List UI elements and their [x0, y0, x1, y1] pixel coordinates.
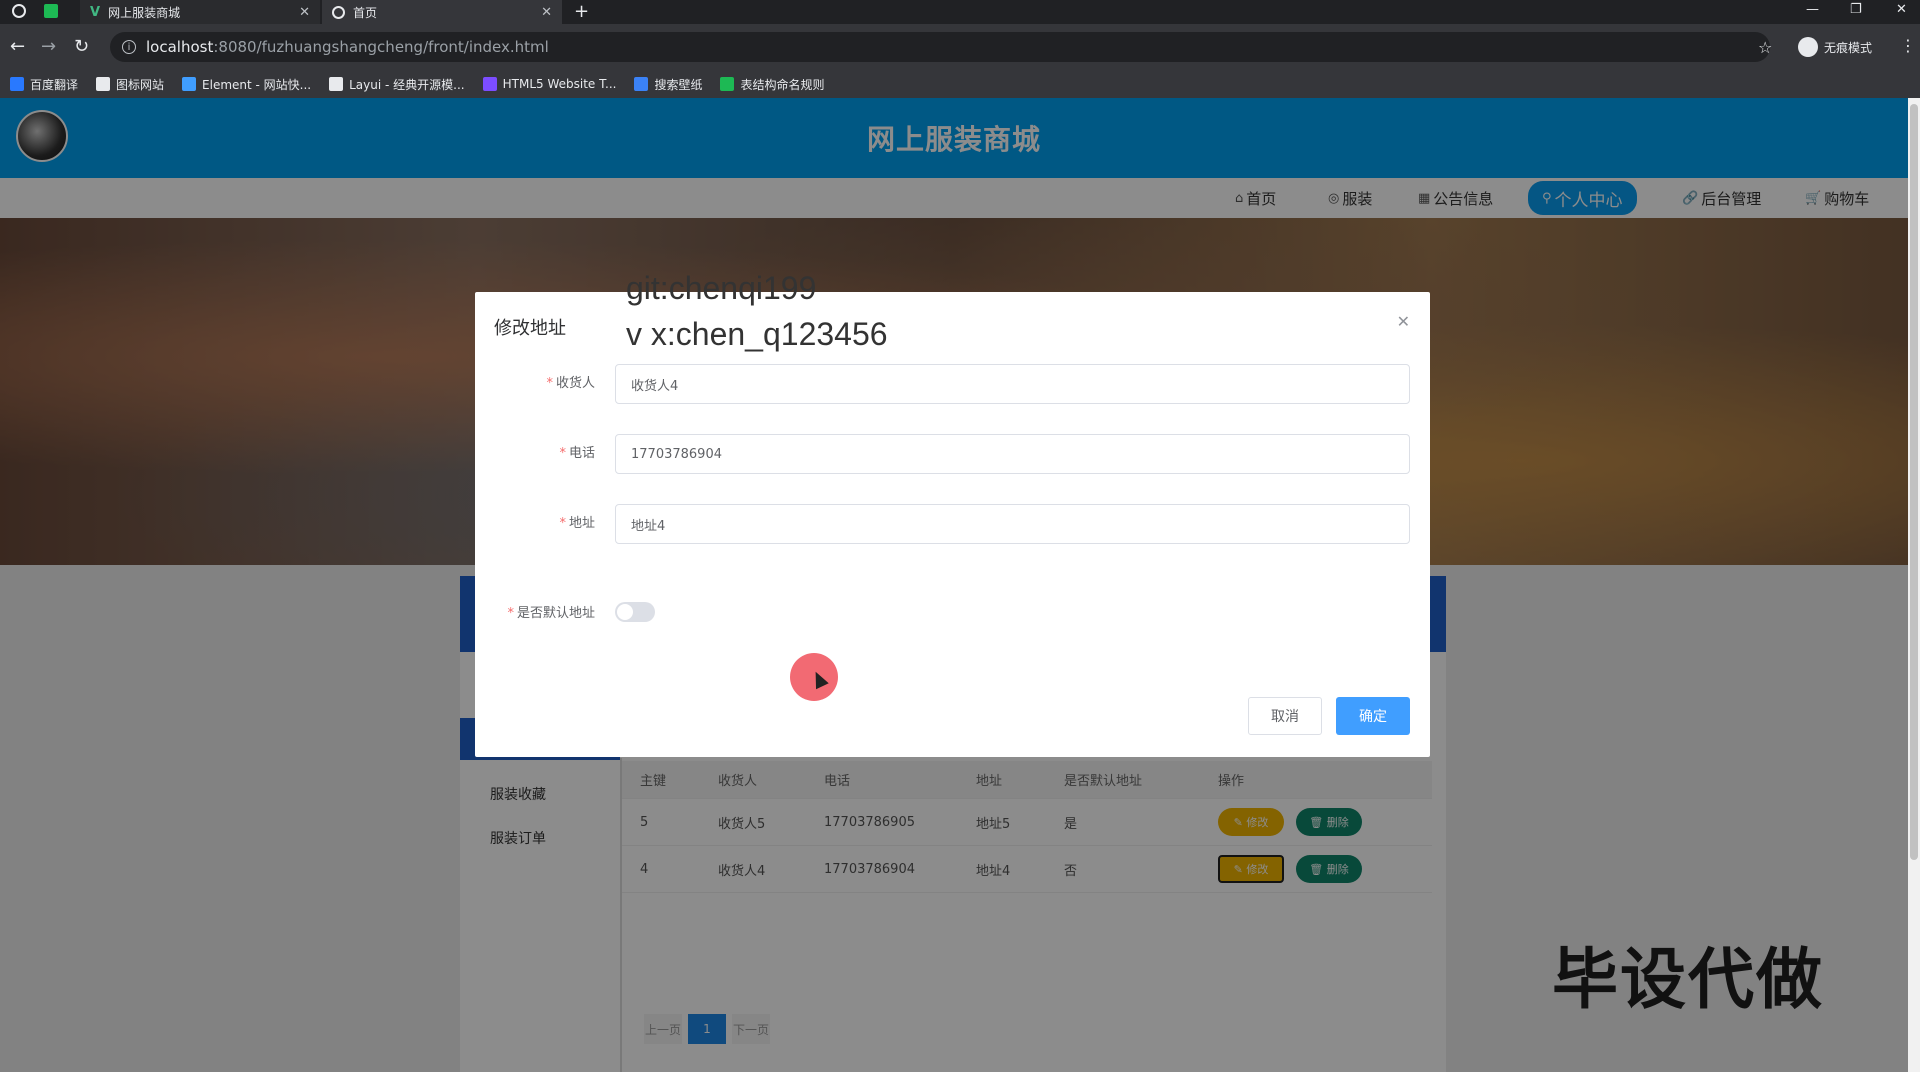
bookmarks-bar: 百度翻译 图标网站 Element - 网站快... Layui - 经典开源模...… — [0, 70, 1920, 98]
close-icon[interactable]: ✕ — [541, 5, 552, 20]
bookmark-icon — [96, 77, 111, 91]
phone-input[interactable]: 17703786904 — [615, 434, 1410, 474]
bookmark-icon — [720, 77, 735, 91]
bookmark-label: 百度翻译 — [30, 77, 79, 92]
tab-title: 首页 — [353, 5, 378, 20]
url-path: :8080/fuzhuangshangcheng/front/index.htm… — [213, 38, 549, 56]
bookmark-icon — [182, 77, 197, 91]
bookmark-label: Element - 网站快... — [202, 77, 312, 92]
watermark-text: 毕设代做 — [1552, 941, 1824, 1018]
bookmark-item[interactable]: HTML5 Website T... — [482, 77, 617, 91]
forward-icon[interactable]: → — [41, 36, 56, 57]
form-label-address: * 地址 — [559, 516, 595, 531]
receiver-input[interactable]: 收货人4 — [615, 364, 1410, 404]
bookmark-item[interactable]: 百度翻译 — [10, 76, 78, 93]
bookmark-star-icon[interactable]: ☆ — [1758, 38, 1772, 57]
info-icon[interactable]: i — [122, 40, 136, 54]
minimize-icon[interactable]: — — [1806, 2, 1819, 17]
menu-icon[interactable]: ⋮ — [1900, 36, 1916, 55]
incognito-badge[interactable]: 无痕模式 — [1798, 37, 1872, 57]
address-input[interactable]: 地址4 — [615, 504, 1410, 544]
window-close-icon[interactable]: ✕ — [1896, 2, 1907, 17]
app-tab-icon[interactable] — [44, 4, 60, 20]
incognito-icon — [1798, 37, 1818, 57]
form-label-default: * 是否默认地址 — [507, 606, 595, 621]
edit-address-dialog: 修改地址 ✕ * 收货人 收货人4 * 电话 17703786904 * 地址 地址4… — [475, 292, 1430, 757]
reload-icon[interactable]: ↻ — [74, 36, 89, 57]
scrollbar-thumb[interactable] — [1910, 104, 1918, 860]
close-icon[interactable]: ✕ — [1397, 312, 1410, 331]
bookmark-item[interactable]: 搜索壁纸 — [634, 76, 702, 93]
tab-title: 网上服装商城 — [108, 5, 181, 20]
bookmark-icon — [634, 77, 649, 91]
url-input[interactable]: i localhost :8080/fuzhuangshangcheng/fro… — [110, 32, 1770, 62]
page-viewport: 网上服装商城 ⌂ 首页 ◎ 服装 ▦ 公告信息 ⚲ 个人中心 🔗 后台管理 🛒 购物车 服装收藏 服装… — [0, 98, 1908, 1072]
bookmark-item[interactable]: 表结构命名规则 — [720, 76, 824, 93]
confirm-button[interactable]: 确定 — [1336, 697, 1410, 735]
browser-tab-1[interactable]: V 网上服装商城 ✕ — [80, 0, 320, 24]
form-label-phone: * 电话 — [559, 446, 595, 461]
bookmark-label: 搜索壁纸 — [654, 77, 703, 92]
bookmark-item[interactable]: Element - 网站快... — [182, 76, 311, 93]
browser-tab-bar: V 网上服装商城 ✕ 首页 ✕ + — ❐ ✕ — [0, 0, 1920, 24]
bookmark-label: 表结构命名规则 — [740, 77, 825, 92]
dialog-title: 修改地址 — [494, 318, 566, 339]
globe-icon — [332, 5, 345, 19]
bookmark-icon — [329, 77, 344, 91]
default-address-switch[interactable] — [615, 602, 655, 622]
overlay-caption-line2: v x:chen_q123456 — [626, 316, 888, 352]
cancel-button[interactable]: 取消 — [1248, 697, 1322, 735]
overlay-caption-line1: git:chenqi199 — [626, 270, 817, 306]
bookmark-label: HTML5 Website T... — [502, 77, 617, 91]
back-icon[interactable]: ← — [10, 36, 25, 57]
address-bar: ← → ↻ i localhost :8080/fuzhuangshangche… — [0, 24, 1920, 70]
restore-icon[interactable]: ❐ — [1850, 2, 1862, 17]
bookmark-icon — [482, 77, 497, 91]
bookmark-item[interactable]: Layui - 经典开源模... — [329, 76, 465, 93]
bookmark-label: 图标网站 — [116, 77, 165, 92]
form-label-receiver: * 收货人 — [546, 376, 595, 391]
incognito-label: 无痕模式 — [1824, 40, 1873, 55]
bookmark-label: Layui - 经典开源模... — [349, 77, 465, 92]
switch-knob — [617, 604, 633, 620]
close-icon[interactable]: ✕ — [299, 5, 310, 20]
vue-icon: V — [90, 4, 101, 20]
new-tab-icon[interactable]: + — [574, 1, 589, 22]
bookmark-icon — [10, 77, 24, 91]
chrome-icon[interactable] — [12, 4, 28, 20]
bookmark-item[interactable]: 图标网站 — [96, 76, 164, 93]
url-host: localhost — [146, 38, 214, 56]
browser-tab-2[interactable]: 首页 ✕ — [322, 0, 562, 24]
page-scrollbar[interactable] — [1908, 98, 1920, 1072]
